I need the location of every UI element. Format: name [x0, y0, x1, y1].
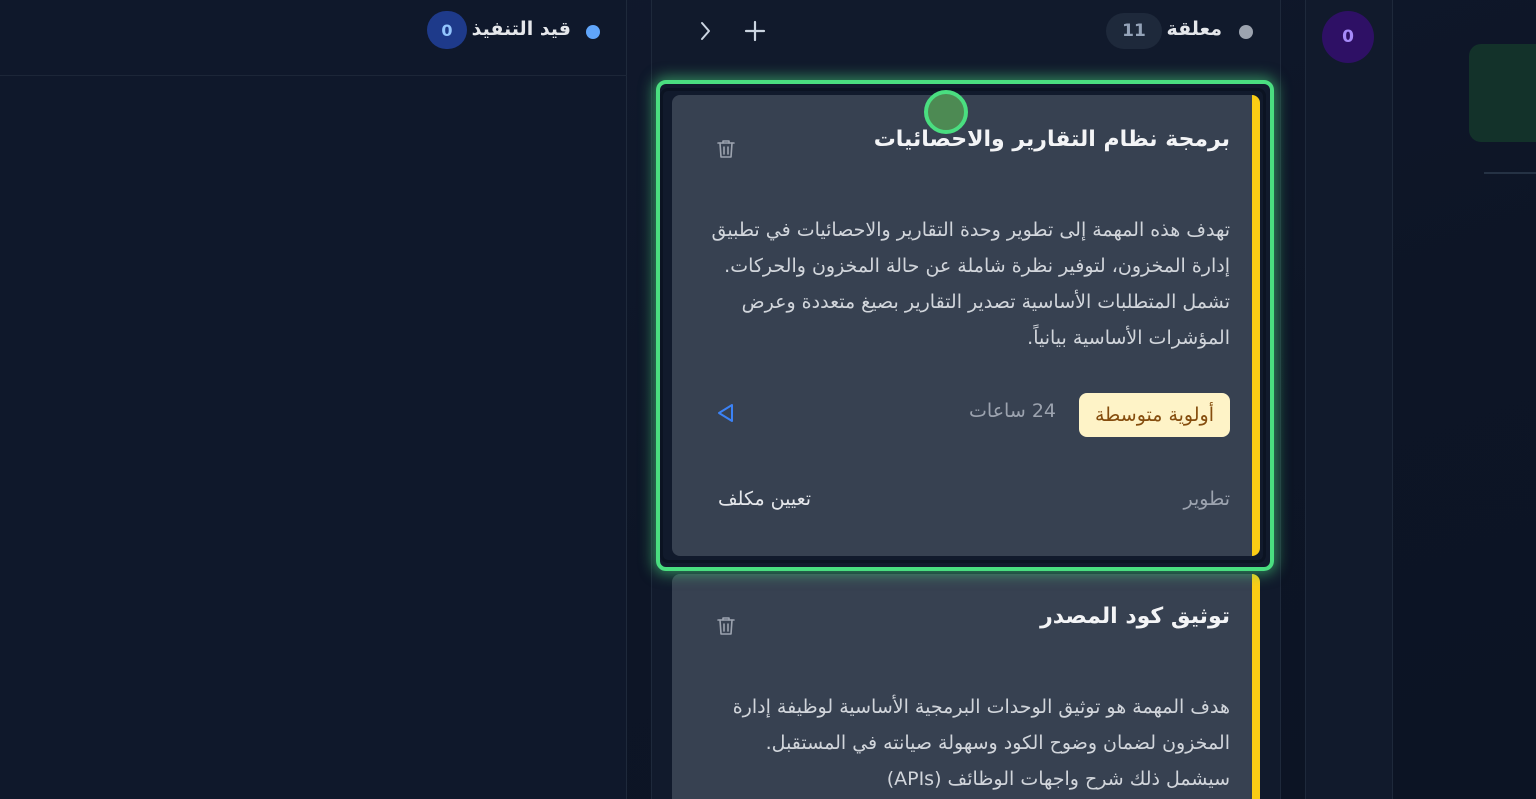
trash-icon: [717, 140, 735, 158]
delete-task-button[interactable]: [714, 137, 738, 161]
start-task-button[interactable]: [716, 402, 736, 424]
task-card[interactable]: توثيق كود المصدر هدف المهمة هو توثيق الو…: [672, 574, 1260, 799]
column-title: معلقة: [1166, 18, 1222, 40]
delete-task-button[interactable]: [714, 614, 738, 638]
task-title: برمجة نظام التقارير والاحصائيات: [873, 127, 1230, 152]
divider: [1484, 172, 1536, 174]
kanban-board: قيد التنفيذ 0 معلقة 11 برمجة نظام التقار…: [0, 0, 1536, 799]
column-count-badge: 0: [1322, 11, 1374, 63]
estimated-hours: 24 ساعات: [969, 400, 1056, 422]
status-dot: [586, 25, 600, 39]
chevron-right-icon: [701, 22, 710, 40]
column-count-badge: 0: [427, 11, 467, 49]
column-in-progress: قيد التنفيذ 0: [0, 0, 627, 799]
column-right: 0: [1305, 0, 1393, 799]
assign-user-button[interactable]: تعيين مكلف: [718, 488, 811, 510]
column-pending: معلقة 11 برمجة نظام التقارير والاحصائيات…: [651, 0, 1281, 799]
task-description: هدف المهمة هو توثيق الوحدات البرمجية الأ…: [732, 696, 1230, 790]
add-task-button[interactable]: [740, 16, 770, 46]
plus-icon: [744, 20, 766, 42]
task-description: تهدف هذه المهمة إلى تطوير وحدة التقارير …: [711, 219, 1230, 349]
task-card[interactable]: برمجة نظام التقارير والاحصائيات تهدف هذه…: [672, 95, 1260, 556]
collapse-column-button[interactable]: [690, 16, 720, 46]
task-title: توثيق كود المصدر: [1040, 604, 1230, 629]
column-count-badge: 11: [1106, 13, 1162, 49]
column-header: قيد التنفيذ 0: [0, 0, 627, 76]
play-icon: [718, 404, 733, 422]
task-category: تطوير: [1183, 488, 1230, 510]
status-dot: [1239, 25, 1253, 39]
column-title: قيد التنفيذ: [471, 18, 571, 40]
trash-icon: [717, 617, 735, 635]
side-panel[interactable]: [1469, 44, 1536, 142]
priority-badge: أولوية متوسطة: [1079, 393, 1230, 437]
